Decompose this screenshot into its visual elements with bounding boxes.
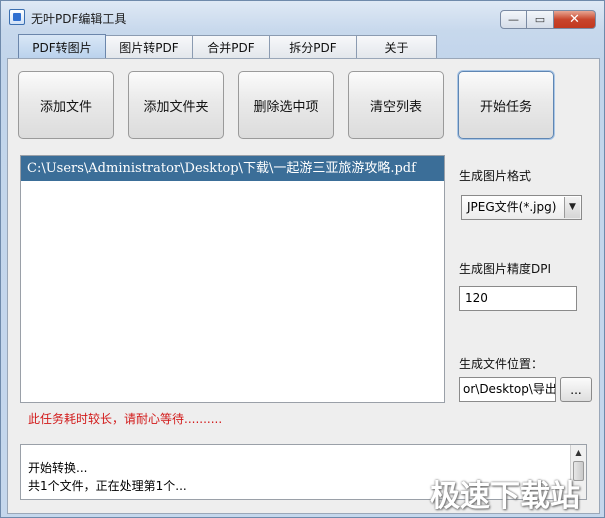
format-select[interactable]: JPEG文件(*.jpg) ▼: [461, 195, 582, 220]
main-panel: 添加文件 添加文件夹 删除选中项 清空列表 开始任务 C:\Users\Admi…: [7, 58, 600, 514]
dpi-input[interactable]: 120: [459, 286, 577, 311]
window-controls: — ▭ ✕: [500, 10, 596, 29]
dropdown-arrow-icon[interactable]: ▼: [564, 197, 580, 218]
scroll-up-icon[interactable]: ▲: [571, 445, 586, 460]
tab-about[interactable]: 关于: [357, 35, 437, 59]
tab-split-pdf[interactable]: 拆分PDF: [270, 35, 357, 59]
add-file-button[interactable]: 添加文件: [18, 71, 114, 139]
file-list[interactable]: C:\Users\Administrator\Desktop\下载\一起游三亚旅…: [20, 155, 445, 403]
add-folder-button[interactable]: 添加文件夹: [128, 71, 224, 139]
clear-list-button[interactable]: 清空列表: [348, 71, 444, 139]
browse-button[interactable]: ...: [560, 377, 592, 402]
start-task-button[interactable]: 开始任务: [458, 71, 554, 139]
pdf-app-icon: [9, 9, 25, 25]
tab-bar: PDF转图片 图片转PDF 合并PDF 拆分PDF 关于: [18, 34, 437, 59]
title-bar[interactable]: 无叶PDF编辑工具 — ▭ ✕: [1, 1, 604, 35]
format-select-value: JPEG文件(*.jpg): [467, 200, 557, 214]
watermark: 极速下载站: [430, 479, 580, 514]
app-window: 无叶PDF编辑工具 — ▭ ✕ PDF转图片 图片转PDF 合并PDF 拆分PD…: [0, 0, 605, 518]
dpi-label: 生成图片精度DPI: [459, 262, 552, 276]
output-path-input[interactable]: or\Desktop\导出: [459, 377, 556, 402]
minimize-button[interactable]: —: [500, 10, 527, 29]
delete-selected-button[interactable]: 删除选中项: [238, 71, 334, 139]
file-list-item[interactable]: C:\Users\Administrator\Desktop\下载\一起游三亚旅…: [21, 156, 444, 181]
warning-text: 此任务耗时较长，请耐心等待..........: [28, 412, 223, 426]
tab-merge-pdf[interactable]: 合并PDF: [193, 35, 270, 59]
tab-image-to-pdf[interactable]: 图片转PDF: [106, 35, 193, 59]
window-title: 无叶PDF编辑工具: [31, 12, 127, 26]
maximize-button[interactable]: ▭: [527, 10, 554, 29]
tab-pdf-to-image[interactable]: PDF转图片: [18, 34, 106, 59]
format-label: 生成图片格式: [459, 169, 532, 183]
close-button[interactable]: ✕: [554, 10, 596, 29]
output-location-label: 生成文件位置：: [459, 357, 544, 371]
